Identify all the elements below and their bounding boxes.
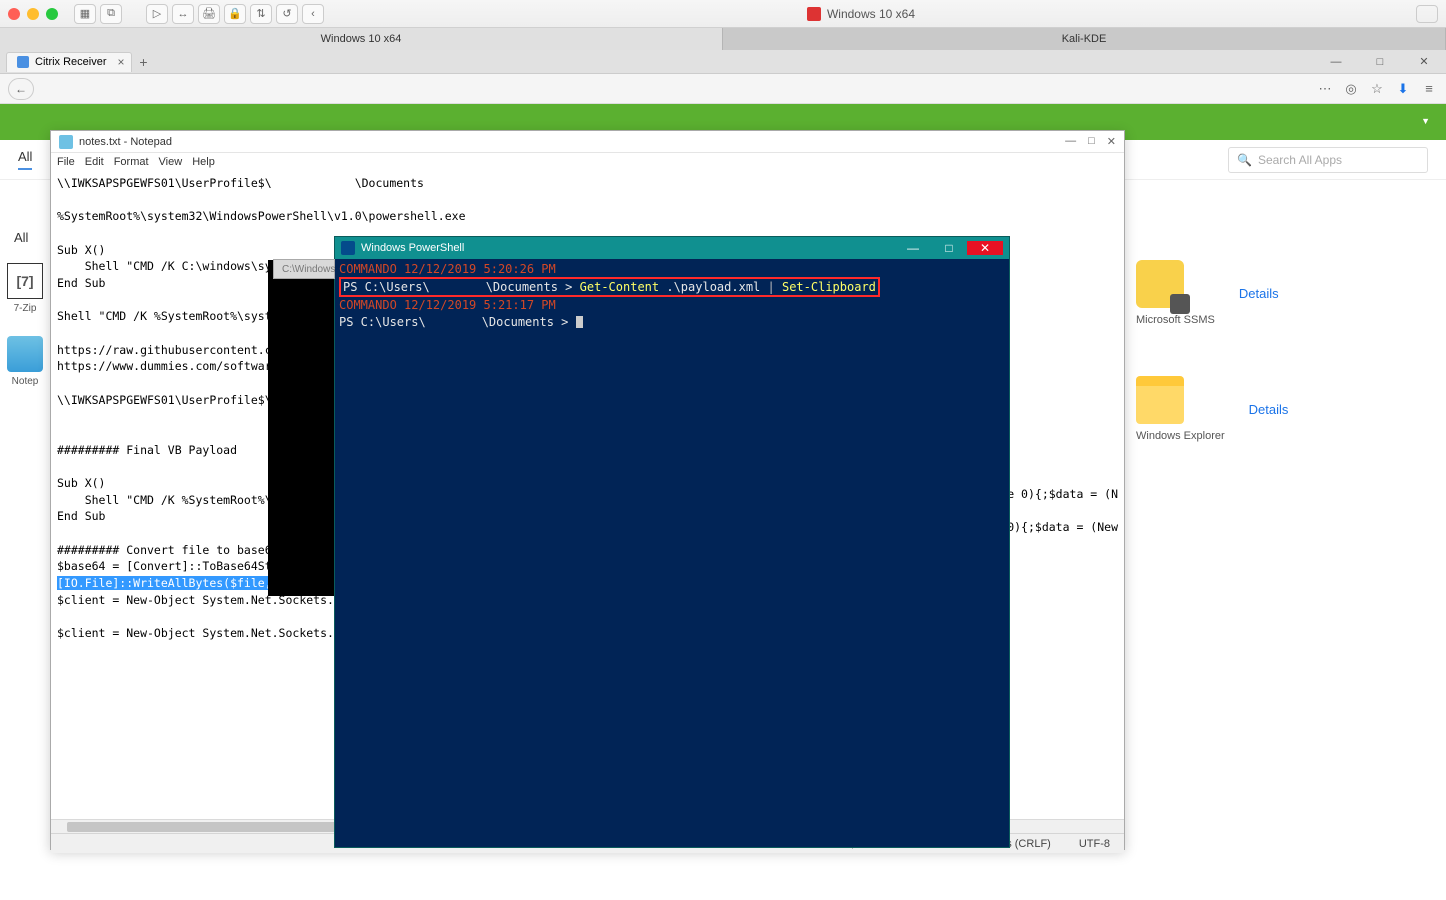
app-label: 7-Zip <box>14 303 37 314</box>
np-close[interactable]: ✕ <box>1107 135 1116 148</box>
explorer-icon[interactable] <box>1136 376 1184 424</box>
ps-prompt: PS C:\Users\ <box>343 280 430 294</box>
vm-btn-8[interactable]: ↺ <box>276 4 298 24</box>
mac-window-title: Windows 10 x64 <box>330 7 1392 21</box>
ps-cmdlet: Get-Content <box>580 280 659 294</box>
vm-icon <box>807 7 821 21</box>
vm-btn-2[interactable]: ⧉ <box>100 4 122 24</box>
win-maximize[interactable]: □ <box>1358 50 1402 74</box>
card-label: Microsoft SSMS <box>1136 314 1215 326</box>
vm-btn-4[interactable]: ↔ <box>172 4 194 24</box>
mac-close[interactable] <box>8 8 20 20</box>
status-encoding: UTF-8 <box>1079 838 1110 850</box>
menu-file[interactable]: File <box>57 156 75 168</box>
notepad-title-text: notes.txt - Notepad <box>79 136 172 148</box>
ps-prompt: \Documents > <box>486 280 573 294</box>
all-tab[interactable]: All <box>18 149 32 170</box>
browser-navbar: ← ⋯ ◎ ☆ ⬇ ≡ <box>0 74 1446 104</box>
banner-dropdown-icon[interactable]: ▼ <box>1421 116 1430 126</box>
mac-titlebar: ▦ ⧉ ▷ ↔ 🖨 🔒 ⇅ ↺ ‹ Windows 10 x64 <box>0 0 1446 28</box>
search-placeholder: Search All Apps <box>1258 153 1342 167</box>
mac-snapshot-btn[interactable] <box>1416 5 1438 23</box>
win-minimize[interactable]: — <box>1314 50 1358 74</box>
cursor <box>576 316 583 328</box>
ps-title-text: Windows PowerShell <box>361 242 464 254</box>
7zip-icon: [7] <box>7 263 43 299</box>
shield-icon[interactable]: ◎ <box>1342 81 1360 97</box>
ps-arg: .\payload.xml <box>666 280 760 294</box>
cmd-window-stub[interactable] <box>268 260 334 596</box>
ps-terminal[interactable]: COMMANDO 12/12/2019 5:20:26 PM PS C:\Use… <box>335 259 1009 332</box>
card-explorer: Windows Explorer Details <box>1136 376 1416 442</box>
menu-edit[interactable]: Edit <box>85 156 104 168</box>
browser-tab-citrix[interactable]: Citrix Receiver × <box>6 52 132 72</box>
tab-label: Citrix Receiver <box>35 52 107 72</box>
new-tab-button[interactable]: + <box>132 54 156 70</box>
back-button[interactable]: ← <box>8 78 34 100</box>
highlighted-command: PS C:\Users\ \Documents > Get-Content .\p… <box>339 277 880 297</box>
card-label: Windows Explorer <box>1136 430 1225 442</box>
citrix-favicon <box>17 56 29 68</box>
hamburger-icon[interactable]: ≡ <box>1420 81 1438 96</box>
ps-prompt: \Documents > <box>482 315 569 329</box>
ps-prompt: PS C:\Users\ <box>339 315 426 329</box>
details-link[interactable]: Details <box>1249 402 1289 417</box>
notepad-menubar: File Edit Format View Help <box>51 153 1124 171</box>
win-close[interactable]: ✕ <box>1402 50 1446 74</box>
vm-btn-5[interactable]: 🖨 <box>198 4 220 24</box>
window-controls: — □ ✕ <box>1314 50 1446 74</box>
ssms-icon[interactable] <box>1136 260 1184 308</box>
powershell-window: C:\Windows Windows PowerShell — □ ✕ COMM… <box>334 236 1010 848</box>
np-maximize[interactable]: □ <box>1088 135 1095 148</box>
ps-icon <box>341 241 355 255</box>
ps-cmdlet: Set-Clipboard <box>782 280 876 294</box>
np-text: $client = New-Object System.Net.Sockets.… <box>57 593 341 640</box>
vm-toolbar-2: ▷ ↔ 🖨 🔒 ⇅ ↺ ‹ <box>146 4 324 24</box>
notepad-titlebar[interactable]: notes.txt - Notepad — □ ✕ <box>51 131 1124 153</box>
mac-title-text: Windows 10 x64 <box>827 7 915 21</box>
sidebar-apps: All [7] 7-Zip Notep <box>0 230 50 409</box>
details-link[interactable]: Details <box>1239 286 1279 301</box>
menu-view[interactable]: View <box>159 156 183 168</box>
all-heading: All <box>14 230 50 245</box>
ps-minimize[interactable]: — <box>895 241 931 255</box>
star-icon[interactable]: ☆ <box>1368 81 1386 97</box>
menu-dots-icon[interactable]: ⋯ <box>1316 81 1334 97</box>
menu-help[interactable]: Help <box>192 156 215 168</box>
card-ssms: Microsoft SSMS Details <box>1136 260 1416 326</box>
cmd-tab[interactable]: C:\Windows <box>273 259 335 279</box>
ps-pipe: | <box>768 280 775 294</box>
browser-tab-strip: Citrix Receiver × + — □ ✕ <box>0 50 1446 74</box>
vm-btn-3[interactable]: ▷ <box>146 4 168 24</box>
mac-maximize[interactable] <box>46 8 58 20</box>
np-minimize[interactable]: — <box>1065 135 1076 148</box>
menu-format[interactable]: Format <box>114 156 149 168</box>
vm-tab-strip: Windows 10 x64 Kali-KDE <box>0 28 1446 50</box>
cmd-tab-label: C:\Windows <box>282 264 335 275</box>
tab-close-icon[interactable]: × <box>118 52 125 72</box>
ps-close[interactable]: ✕ <box>967 241 1003 255</box>
ps-titlebar[interactable]: Windows PowerShell — □ ✕ <box>335 237 1009 259</box>
search-input[interactable]: 🔍 Search All Apps <box>1228 147 1428 173</box>
vm-btn-1[interactable]: ▦ <box>74 4 96 24</box>
app-notepad[interactable]: Notep <box>0 336 50 387</box>
vm-btn-6[interactable]: 🔒 <box>224 4 246 24</box>
vm-btn-9[interactable]: ‹ <box>302 4 324 24</box>
ps-maximize[interactable]: □ <box>931 241 967 255</box>
traffic-lights <box>8 8 58 20</box>
vm-tab-kali[interactable]: Kali-KDE <box>723 28 1446 50</box>
mac-minimize[interactable] <box>27 8 39 20</box>
ps-timestamp: COMMANDO 12/12/2019 5:20:26 PM <box>339 262 556 276</box>
notepad-app-icon <box>59 135 73 149</box>
detail-area: Microsoft SSMS Details Windows Explorer … <box>1136 260 1416 492</box>
notepad-icon <box>7 336 43 372</box>
vm-toolbar: ▦ ⧉ <box>74 4 122 24</box>
vm-tab-win10[interactable]: Windows 10 x64 <box>0 28 723 50</box>
app-7zip[interactable]: [7] 7-Zip <box>0 263 50 314</box>
search-icon: 🔍 <box>1237 153 1252 167</box>
ps-timestamp: COMMANDO 12/12/2019 5:21:17 PM <box>339 298 556 312</box>
vm-btn-7[interactable]: ⇅ <box>250 4 272 24</box>
download-icon[interactable]: ⬇ <box>1394 81 1412 97</box>
app-label: Notep <box>12 376 39 387</box>
